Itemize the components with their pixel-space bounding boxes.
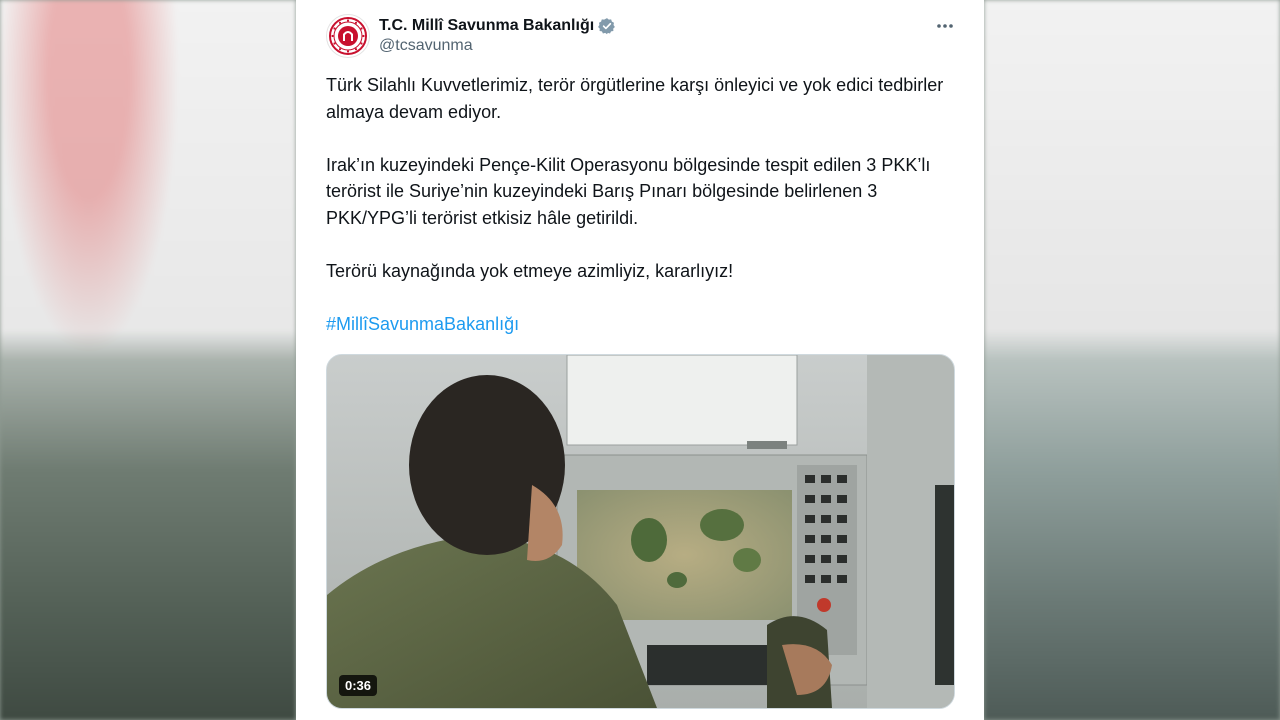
tweet-card: T.C. Millî Savunma Bakanlığı @tcsavunma … [296, 0, 984, 720]
more-horizontal-icon[interactable] [930, 16, 960, 38]
video-thumbnail [327, 355, 954, 708]
tweet-text: Türk Silahlı Kuvvetlerimiz, terör örgütl… [326, 72, 956, 337]
hashtag-link[interactable]: #MillîSavunmaBakanlığı [326, 314, 519, 334]
name-row: T.C. Millî Savunma Bakanlığı [379, 15, 616, 37]
tweet-paragraph: Türk Silahlı Kuvvetlerimiz, terör örgütl… [326, 75, 944, 122]
video-duration-badge: 0:36 [339, 675, 378, 696]
blurred-background-right [984, 0, 1280, 720]
tweet-header: T.C. Millî Savunma Bakanlığı @tcsavunma [326, 12, 960, 60]
blurred-background-left [0, 0, 296, 720]
handle[interactable]: @tcsavunma [379, 37, 473, 55]
video-player[interactable]: 0:36 [326, 354, 955, 709]
tweet-paragraph: Terörü kaynağında yok etmeye azimliyiz, … [326, 260, 734, 281]
tweet-paragraph: Irak’ın kuzeyindeki Pençe-Kilit Operasyo… [326, 154, 931, 228]
verified-badge-icon [598, 18, 616, 35]
avatar[interactable] [326, 14, 370, 58]
display-name[interactable]: T.C. Millî Savunma Bakanlığı [379, 17, 594, 35]
ministry-emblem-icon [329, 17, 367, 55]
